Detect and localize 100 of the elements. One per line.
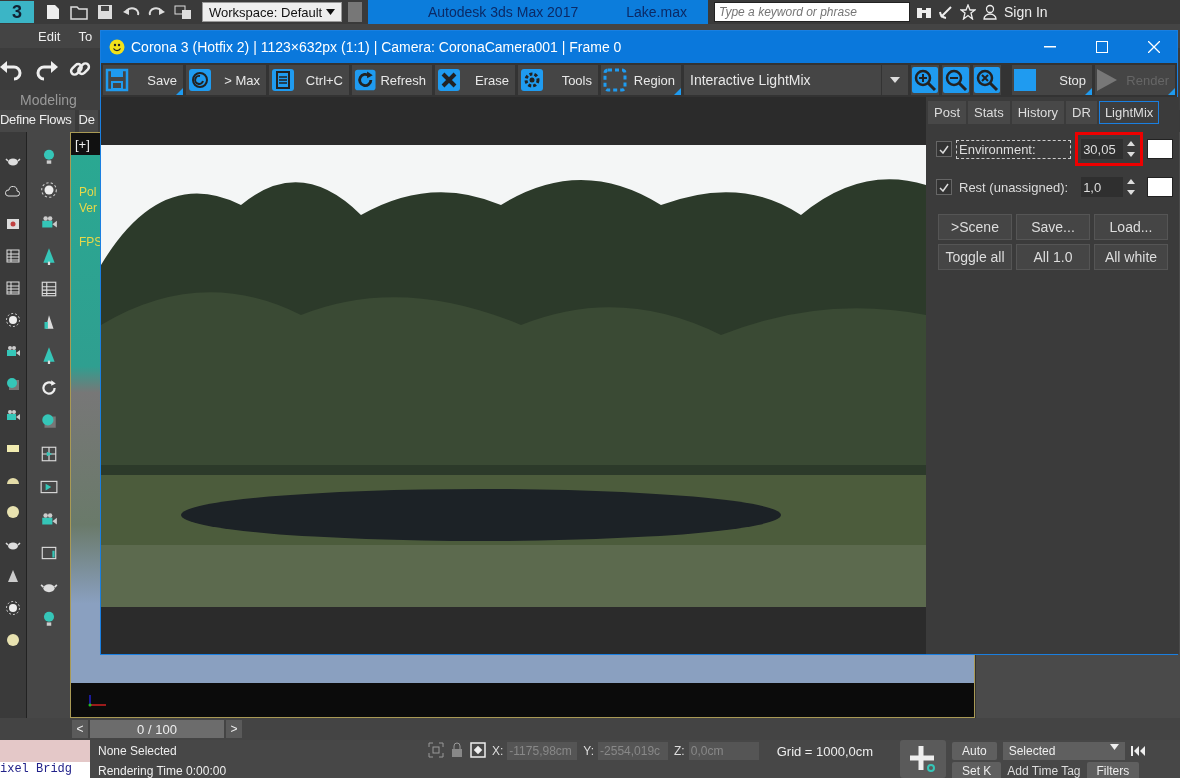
previous-frame-button[interactable]: < xyxy=(72,720,88,738)
table-icon[interactable] xyxy=(5,280,21,296)
toolbar-button[interactable]: Region xyxy=(601,65,681,95)
zoom-button[interactable] xyxy=(911,65,939,95)
view-dropdown[interactable]: Interactive LightMix xyxy=(684,65,908,95)
grid-icon[interactable] xyxy=(39,445,58,463)
filters-button[interactable]: Filters xyxy=(1086,762,1140,778)
user-icon[interactable] xyxy=(982,4,998,20)
intensity-field[interactable]: 1,0 xyxy=(1081,177,1124,197)
transform-mode-icon[interactable] xyxy=(470,742,486,758)
toolbar-button[interactable]: Tools xyxy=(518,65,598,95)
sun-icon[interactable] xyxy=(39,181,58,199)
sphere-icon[interactable] xyxy=(5,376,21,392)
floppy-icon[interactable] xyxy=(96,4,114,20)
ribbon-tab[interactable]: De xyxy=(78,110,98,132)
circle-icon[interactable] xyxy=(5,632,21,648)
zoom-in-icon xyxy=(912,67,938,93)
panel-tab[interactable]: History xyxy=(1011,101,1065,124)
light-label: Environment: xyxy=(956,139,1072,159)
y-label: Y: xyxy=(583,744,595,758)
toolbar-button[interactable]: Erase xyxy=(435,65,515,95)
table-icon[interactable] xyxy=(5,248,21,264)
square-icon xyxy=(1014,69,1036,91)
checkbox[interactable] xyxy=(936,179,952,195)
sphere-icon[interactable] xyxy=(39,412,58,430)
check-icon xyxy=(939,144,949,154)
frame-counter[interactable]: 0 / 100 xyxy=(90,720,224,738)
selection-frame-icon[interactable] xyxy=(428,742,444,758)
folder-icon[interactable] xyxy=(70,4,88,20)
caret-icon xyxy=(890,77,900,83)
cone-icon[interactable] xyxy=(5,568,21,584)
viewport-label[interactable]: [+] xyxy=(75,136,90,152)
auto-key-button[interactable]: Auto xyxy=(952,742,997,760)
lightmix-button[interactable]: Toggle all xyxy=(938,244,1012,270)
smiley-icon xyxy=(109,39,125,55)
zoom-button[interactable] xyxy=(942,65,970,95)
panel-tab[interactable]: Post xyxy=(928,101,966,124)
set-key-toggle[interactable]: Set K xyxy=(952,762,1002,778)
sun-icon[interactable] xyxy=(5,312,21,328)
windows-icon[interactable] xyxy=(174,4,192,20)
intensity-field[interactable]: 30,05 xyxy=(1081,139,1124,159)
panel-tab[interactable]: Stats xyxy=(968,101,1010,124)
lightmix-button[interactable]: All 1.0 xyxy=(1016,244,1090,270)
color-swatch[interactable] xyxy=(1147,139,1174,159)
menu-toggle-button[interactable] xyxy=(348,2,362,22)
script-listener-field[interactable] xyxy=(0,740,90,762)
star-icon[interactable] xyxy=(960,4,976,20)
viewport-stat: Ver xyxy=(79,201,97,215)
spiral-icon xyxy=(188,68,212,92)
lightmix-button[interactable]: >Scene xyxy=(938,214,1012,240)
workspace-dropdown[interactable]: Workspace: Default xyxy=(202,2,342,22)
refresh-icon xyxy=(354,68,377,92)
set-key-button[interactable] xyxy=(900,740,946,778)
toolbar-button[interactable]: Ctrl+C xyxy=(269,65,349,95)
add-time-tag[interactable]: Add Time Tag xyxy=(1007,764,1081,778)
ribbon-tab[interactable]: Define Flows xyxy=(0,110,75,132)
dropdown-arrow-icon xyxy=(326,9,335,15)
menu-item[interactable]: Edit xyxy=(38,28,61,44)
dropdown-arrow-icon xyxy=(1109,744,1119,750)
app-title: Autodesk 3ds Max 2017 xyxy=(428,4,579,20)
app-logo[interactable]: 3 xyxy=(0,1,34,23)
window-title: Corona 3 (Hotfix 2) | 1123×632px (1:1) | Camera: CoronaCamera001 | Frame 0 xyxy=(131,39,623,55)
circle-icon[interactable] xyxy=(5,504,21,520)
lightmix-button[interactable]: Load... xyxy=(1094,214,1168,240)
next-frame-button[interactable]: > xyxy=(226,720,242,738)
go-to-start-icon[interactable] xyxy=(1130,745,1145,757)
lock-icon[interactable] xyxy=(450,742,464,758)
play-icon[interactable] xyxy=(39,478,58,496)
z-label: Z: xyxy=(674,744,685,758)
x-label: X: xyxy=(492,744,504,758)
toolbar-button[interactable]: Save xyxy=(103,65,183,95)
search-field[interactable]: Type a keyword or phrase xyxy=(714,2,910,22)
key-filter-dropdown[interactable]: Selected xyxy=(1002,742,1125,760)
stop-button[interactable]: Stop xyxy=(1012,65,1092,95)
maximize-icon xyxy=(1096,41,1108,53)
panel-icon[interactable] xyxy=(39,544,58,562)
lightmix-button[interactable]: All white xyxy=(1094,244,1168,270)
new-file-icon[interactable] xyxy=(44,4,62,20)
viewport-stat: Pol xyxy=(79,185,97,199)
panel-tab[interactable]: LightMix xyxy=(1098,101,1160,124)
file-name: Lake.max xyxy=(626,4,687,20)
sun-icon[interactable] xyxy=(5,600,21,616)
grid-size-text: Grid = 1000,0cm xyxy=(776,743,874,759)
lightmix-button[interactable]: Save... xyxy=(1016,214,1090,240)
menu-item[interactable]: To xyxy=(78,28,93,44)
picture-icon[interactable] xyxy=(5,216,21,232)
panel-tab[interactable]: DR xyxy=(1066,101,1097,124)
toolbar-button[interactable]: Refresh xyxy=(352,65,432,95)
ribbon-tab[interactable]: Modeling xyxy=(20,92,77,108)
cloud-icon[interactable] xyxy=(5,184,21,200)
color-swatch[interactable] xyxy=(1147,177,1174,197)
zoom-button[interactable] xyxy=(973,65,1001,95)
checkbox[interactable] xyxy=(936,141,952,157)
zoom-reset-icon xyxy=(974,67,1000,93)
refresh-icon[interactable] xyxy=(39,379,58,397)
toolbar-button[interactable]: > Max xyxy=(186,65,266,95)
list-icon[interactable] xyxy=(39,280,58,298)
sign-in-link[interactable]: Sign In xyxy=(1004,4,1048,20)
selection-status: None Selected xyxy=(98,744,178,758)
axis-tripod-icon xyxy=(87,693,109,707)
